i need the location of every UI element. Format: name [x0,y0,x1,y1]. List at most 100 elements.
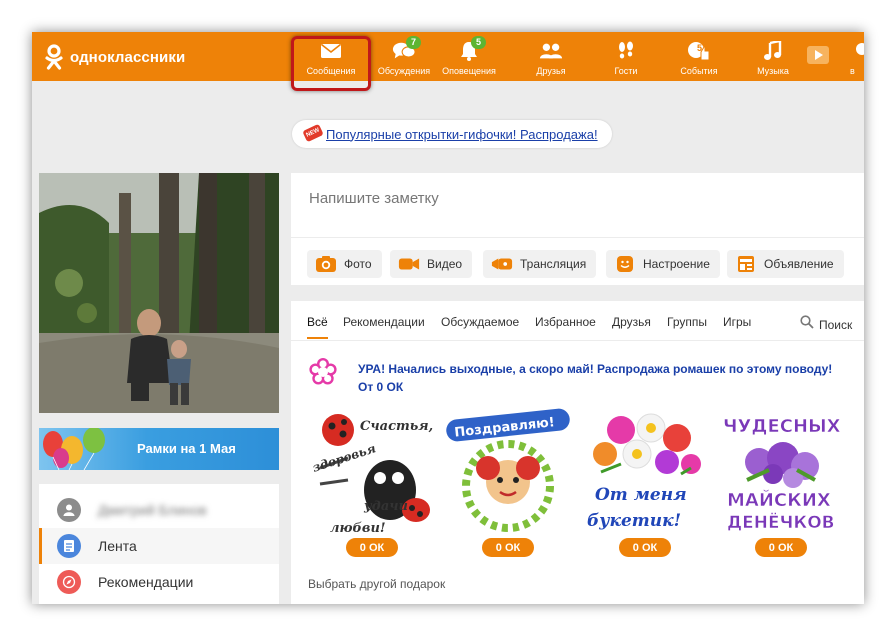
tab-all[interactable]: Всё [307,315,328,339]
camera-icon [315,255,337,273]
nav-label: Оповещения [442,66,496,76]
nav-messages[interactable]: Сообщения [298,32,364,81]
envelope-icon [319,41,343,61]
frames-banner-text: Рамки на 1 Мая [137,441,236,456]
promo-banner[interactable]: NEW Популярные открытки-гифочки! Распрод… [292,120,612,148]
search-label: Поиск [819,317,853,332]
gift-price-button[interactable]: 0 ОК [619,538,671,557]
post-composer: Напишите заметку Фото Видео Трансляция Н… [291,173,864,285]
browser-viewport: одноклассники Сообщения 7 Обсуждения 5 О… [32,32,864,604]
video-camera-icon [398,255,420,273]
tab-games[interactable]: Игры [723,315,751,329]
svg-text:От меня: От меня [595,485,687,505]
broadcast-label: Трансляция [520,257,587,271]
svg-text:Счастья,: Счастья, [360,419,433,434]
menu-item-feed[interactable]: Лента [39,528,279,564]
gift-image-congrats: Поздравляю! [444,408,572,536]
balloons-icon [43,428,105,470]
post-title[interactable]: УРА! Начались выходные, а скоро май! Рас… [358,362,832,376]
logo-text: одноклассники [70,48,186,66]
announcement-label: Объявление [764,257,834,271]
svg-text:ДЕНЁЧКОВ: ДЕНЁЧКОВ [727,511,835,533]
profile-photo[interactable] [39,173,279,413]
tab-favorites[interactable]: Избранное [535,315,596,329]
profile-name: Дмитрий Блинов [98,502,207,518]
nav-events[interactable]: 5 События [666,32,732,81]
notifications-badge: 5 [471,36,487,49]
tab-recommendations[interactable]: Рекомендации [343,315,425,329]
gift-card[interactable]: Счастья, здоровья удачи любви! 0 ОК [308,408,436,558]
photo-button[interactable]: Фото [307,250,382,278]
nav-label: Сообщения [306,66,356,76]
ok-logo-icon [44,44,64,70]
nav-label: Друзья [536,66,566,76]
gift-image-may-days: ЧУДЕСНЫХ МАЙСКИХ ДЕНЁЧКОВ [717,408,845,536]
music-note-icon [761,41,785,61]
video-button[interactable]: Видео [390,250,473,278]
gift-image-bouquet: От меня букетик! [581,408,709,536]
broadcast-button[interactable]: Трансляция [483,250,597,278]
nav-discussions[interactable]: 7 Обсуждения [371,32,437,81]
feed-tabs: Всё Рекомендации Обсуждаемое Избранное Д… [291,301,864,341]
recommendations-label: Рекомендации [98,574,194,590]
gift-card[interactable]: От меня букетик! 0 ОК [581,408,709,558]
feed-label: Лента [98,538,137,554]
tab-friends[interactable]: Друзья [612,315,651,329]
svg-text:ЧУДЕСНЫХ: ЧУДЕСНЫХ [723,416,841,437]
choose-other-gift-link[interactable]: Выбрать другой подарок [308,577,445,591]
mood-button[interactable]: Настроение [606,250,720,278]
nav-friends[interactable]: Друзья [518,32,584,81]
thumbs-up-icon: 5 [687,41,711,61]
nav-video[interactable] [804,32,832,81]
tab-discussed[interactable]: Обсуждаемое [441,315,519,329]
announcement-button[interactable]: Объявление [727,250,844,278]
left-menu: Дмитрий Блинов Лента Рекомендации [39,484,279,604]
nav-label-cut: в [850,66,855,76]
footprints-icon [614,41,638,61]
nav-label: Обсуждения [377,66,431,76]
bell-icon: 5 [457,36,487,61]
events-badge: 5 [697,43,703,53]
search-icon [800,315,814,334]
svg-text:букетик!: букетик! [587,511,681,531]
menu-item-recommendations[interactable]: Рекомендации [39,564,279,600]
note-input[interactable]: Напишите заметку [309,190,439,207]
nav-label: Музыка [757,66,789,76]
site-logo[interactable]: одноклассники [44,44,185,70]
video-play-icon [806,45,830,65]
svg-text:любви!: любви! [330,521,386,536]
may-frames-banner[interactable]: Рамки на 1 Мая [39,428,279,470]
gift-price-button[interactable]: 0 ОК [755,538,807,557]
promo-link[interactable]: Популярные открытки-гифочки! Распродажа! [326,127,598,142]
nav-label: События [680,66,718,76]
gift-card[interactable]: ЧУДЕСНЫХ МАЙСКИХ ДЕНЁЧКОВ 0 ОК [717,408,845,558]
svg-text:удачи: удачи [363,499,408,514]
post-price: От 0 ОК [358,380,404,394]
announcement-icon [735,255,757,273]
friends-icon [539,41,563,61]
more-icon [850,41,864,61]
tab-groups[interactable]: Группы [667,315,707,329]
feed-search[interactable]: Поиск [800,315,852,334]
nav-notifications[interactable]: 5 Оповещения [436,32,502,81]
gift-price-button[interactable]: 0 ОК [346,538,398,557]
gift-price-button[interactable]: 0 ОК [482,538,534,557]
new-badge-icon: NEW [302,123,324,143]
mood-label: Настроение [643,257,710,271]
nav-music[interactable]: Музыка [740,32,806,81]
nav-guests[interactable]: Гости [593,32,659,81]
smile-icon [614,255,636,273]
top-navigation-bar: одноклассники Сообщения 7 Обсуждения 5 О… [32,32,864,91]
video-label: Видео [427,257,463,271]
chat-bubbles-icon: 7 [392,36,422,61]
user-avatar-icon [57,498,81,522]
gift-card[interactable]: Поздравляю! 0 ОК [444,408,572,558]
composer-divider [291,237,864,238]
flower-icon [307,356,339,388]
menu-item-profile[interactable]: Дмитрий Блинов [39,492,279,528]
photo-label: Фото [344,257,372,271]
feed-panel: Всё Рекомендации Обсуждаемое Избранное Д… [291,301,864,604]
nav-more[interactable]: в [850,32,864,81]
broadcast-icon [491,255,513,273]
feed-icon [57,534,81,558]
